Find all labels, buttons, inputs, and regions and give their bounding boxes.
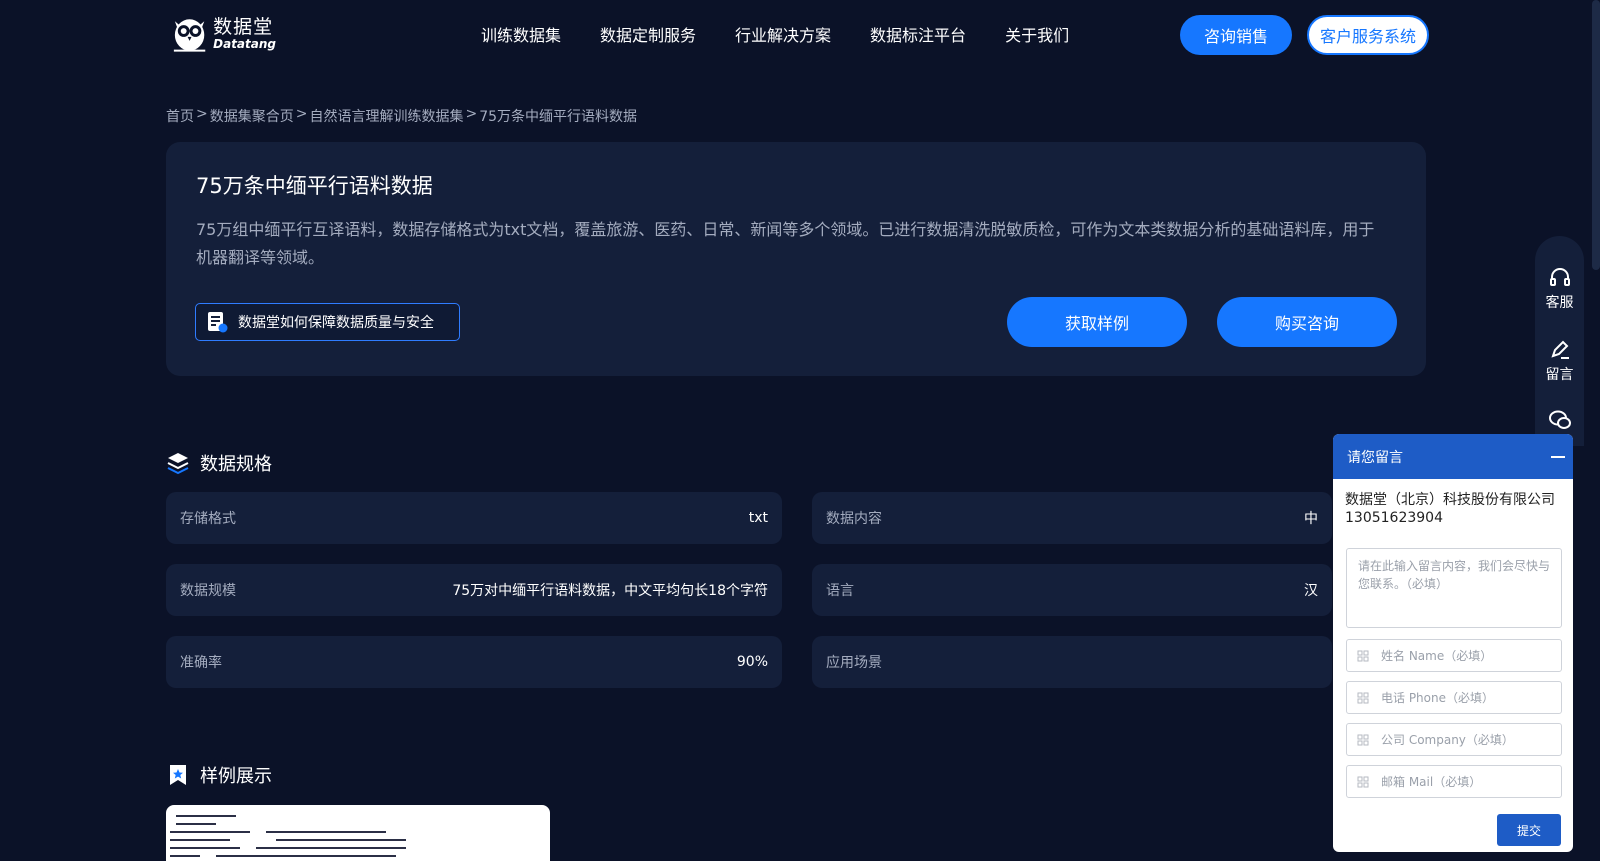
field-icon xyxy=(1357,776,1369,787)
message-panel-title: 请您留言 xyxy=(1347,449,1403,466)
spec-key: 存储格式 xyxy=(180,511,236,527)
edit-icon xyxy=(1550,340,1569,359)
customer-service-button[interactable]: 客户服务系统 xyxy=(1307,15,1429,55)
logo-cn-text: 数据堂 xyxy=(213,15,274,38)
sample-section-title: 样例展示 xyxy=(200,766,272,787)
spec-key: 语言 xyxy=(826,583,854,599)
minimize-icon[interactable] xyxy=(1551,455,1565,458)
dataset-hero-card: 75万条中缅平行语料数据 75万组中缅平行互译语料，数据存储格式为txt文档，覆… xyxy=(166,142,1426,376)
quality-security-link[interactable]: 数据堂如何保障数据质量与安全 xyxy=(195,303,460,341)
message-textarea[interactable]: 请在此输入留言内容，我们会尽快与您联系。（必填） xyxy=(1346,548,1562,628)
field-icon xyxy=(1357,650,1369,661)
name-placeholder: 姓名 Name（必填） xyxy=(1381,649,1493,663)
spec-storage-format: 存储格式 txt xyxy=(166,492,782,544)
spec-data-content: 数据内容 中 xyxy=(812,492,1332,544)
company-field[interactable]: 公司 Company（必填） xyxy=(1346,723,1562,756)
spec-value: 75万对中缅平行语料数据，中文平均句长18个字符 xyxy=(452,583,768,599)
submit-button[interactable]: 提交 xyxy=(1497,814,1561,846)
toolbar-message[interactable]: 留言 xyxy=(1535,338,1584,384)
spec-key: 应用场景 xyxy=(826,655,882,671)
message-panel-header: 请您留言 xyxy=(1333,434,1573,479)
bookmark-star-icon xyxy=(170,765,186,785)
toolbar-customer-service[interactable]: 客服 xyxy=(1535,266,1584,312)
sample-section-header: 样例展示 xyxy=(166,762,272,788)
nav-item-about[interactable]: 关于我们 xyxy=(1005,22,1069,46)
consult-sales-button[interactable]: 咨询销售 xyxy=(1180,15,1292,55)
specs-section-title: 数据规格 xyxy=(200,454,272,475)
breadcrumb-nlu[interactable]: 自然语言理解训练数据集 xyxy=(309,106,463,126)
nav-item-solutions[interactable]: 行业解决方案 xyxy=(735,22,831,46)
sample-preview-image[interactable] xyxy=(166,805,550,861)
spec-key: 准确率 xyxy=(180,655,222,671)
breadcrumb-separator: > xyxy=(196,106,208,122)
spec-value: 中 xyxy=(1304,511,1318,527)
scrollbar-thumb[interactable] xyxy=(1592,0,1600,270)
spec-data-scale: 数据规模 75万对中缅平行语料数据，中文平均句长18个字符 xyxy=(166,564,782,616)
spec-value: 汉 xyxy=(1304,583,1318,599)
breadcrumb-current: 75万条中缅平行语料数据 xyxy=(479,109,638,125)
wechat-icon xyxy=(1548,410,1571,429)
spec-language: 语言 汉 xyxy=(812,564,1332,616)
get-sample-button[interactable]: 获取样例 xyxy=(1007,297,1187,347)
nav-item-annotation-platform[interactable]: 数据标注平台 xyxy=(870,22,966,46)
breadcrumb-home[interactable]: 首页 xyxy=(166,106,194,126)
spec-accuracy: 准确率 90% xyxy=(166,636,782,688)
owl-logo-icon xyxy=(173,19,206,52)
headset-icon xyxy=(1549,268,1570,286)
quality-security-label: 数据堂如何保障数据质量与安全 xyxy=(238,315,434,331)
breadcrumb-aggregate[interactable]: 数据集聚合页 xyxy=(210,106,294,126)
phone-field[interactable]: 电话 Phone（必填） xyxy=(1346,681,1562,714)
breadcrumb-separator: > xyxy=(465,106,478,122)
page-title: 75万条中缅平行语料数据 xyxy=(196,174,433,198)
company-phone: 13051623904 xyxy=(1345,510,1443,526)
floating-toolbar: 客服 留言 xyxy=(1535,236,1584,446)
field-icon xyxy=(1357,692,1369,703)
nav-item-custom-service[interactable]: 数据定制服务 xyxy=(600,22,696,46)
company-name: 数据堂（北京）科技股份有限公司 xyxy=(1345,492,1555,508)
company-placeholder: 公司 Company（必填） xyxy=(1381,733,1514,747)
name-field[interactable]: 姓名 Name（必填） xyxy=(1346,639,1562,672)
dataset-description: 75万组中缅平行互译语料，数据存储格式为txt文档，覆盖旅游、医药、日常、新闻等… xyxy=(196,220,1375,267)
toolbar-label: 留言 xyxy=(1545,367,1574,383)
nav-item-datasets[interactable]: 训练数据集 xyxy=(481,22,561,46)
purchase-consult-button[interactable]: 购买咨询 xyxy=(1217,297,1397,347)
site-header: 数据堂 Datatang 训练数据集 数据定制服务 行业解决方案 数据标注平台 … xyxy=(0,0,1568,68)
document-shield-icon xyxy=(208,312,228,333)
spec-value: txt xyxy=(748,510,768,526)
phone-placeholder: 电话 Phone（必填） xyxy=(1381,691,1494,705)
logo-en-text: Datatang xyxy=(213,36,276,51)
breadcrumb-separator: > xyxy=(295,106,308,122)
leave-message-panel: 请您留言 数据堂（北京）科技股份有限公司 13051623904 请在此输入留言… xyxy=(1333,434,1573,852)
toolbar-label: 客服 xyxy=(1545,295,1574,311)
field-icon xyxy=(1357,734,1369,745)
spec-key: 数据规模 xyxy=(180,583,236,599)
spec-key: 数据内容 xyxy=(826,511,882,527)
logo[interactable]: 数据堂 Datatang xyxy=(168,10,276,56)
specs-section-header: 数据规格 xyxy=(166,450,272,476)
main-nav: 训练数据集 数据定制服务 行业解决方案 数据标注平台 关于我们 xyxy=(481,22,1108,46)
company-info: 数据堂（北京）科技股份有限公司 13051623904 xyxy=(1345,491,1555,527)
toolbar-wechat[interactable] xyxy=(1535,408,1584,432)
layers-icon xyxy=(167,453,189,475)
mail-placeholder: 邮箱 Mail（必填） xyxy=(1381,775,1482,789)
mail-field[interactable]: 邮箱 Mail（必填） xyxy=(1346,765,1562,798)
breadcrumb: 首页 > 数据集聚合页 > 自然语言理解训练数据集 > 75万条中缅平行语料数据 xyxy=(166,106,637,126)
spec-application: 应用场景 xyxy=(812,636,1332,688)
spec-value: 90% xyxy=(736,654,768,670)
